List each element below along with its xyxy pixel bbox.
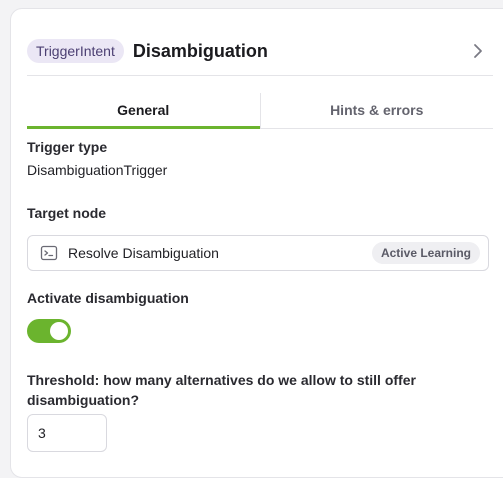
panel-header: TriggerIntent Disambiguation [27, 33, 493, 69]
header-divider [27, 75, 493, 76]
tab-general[interactable]: General [27, 93, 260, 129]
trigger-type-value: DisambiguationTrigger [27, 162, 168, 178]
threshold-label: Threshold: how many alternatives do we a… [27, 372, 416, 408]
activate-disambiguation-toggle[interactable] [27, 319, 71, 343]
node-type-badge: TriggerIntent [27, 39, 124, 63]
threshold-input[interactable] [27, 414, 107, 452]
node-title: Disambiguation [132, 40, 268, 61]
target-node-name: Resolve Disambiguation [68, 245, 219, 261]
tab-hints-errors[interactable]: Hints & errors [259, 93, 493, 129]
node-editor-panel: TriggerIntent Disambiguation General Hin… [10, 8, 503, 478]
target-node-tag: Active Learning [371, 242, 480, 264]
chevron-right-icon[interactable] [469, 42, 487, 60]
activate-disambiguation-label: Activate disambiguation [27, 290, 189, 306]
target-node-field[interactable]: Resolve Disambiguation Active Learning [27, 235, 489, 271]
terminal-icon [40, 245, 58, 261]
trigger-type-label: Trigger type [27, 139, 108, 155]
toggle-knob [50, 322, 68, 340]
target-node-label: Target node [27, 205, 107, 221]
tab-bar: General Hints & errors [27, 93, 493, 129]
